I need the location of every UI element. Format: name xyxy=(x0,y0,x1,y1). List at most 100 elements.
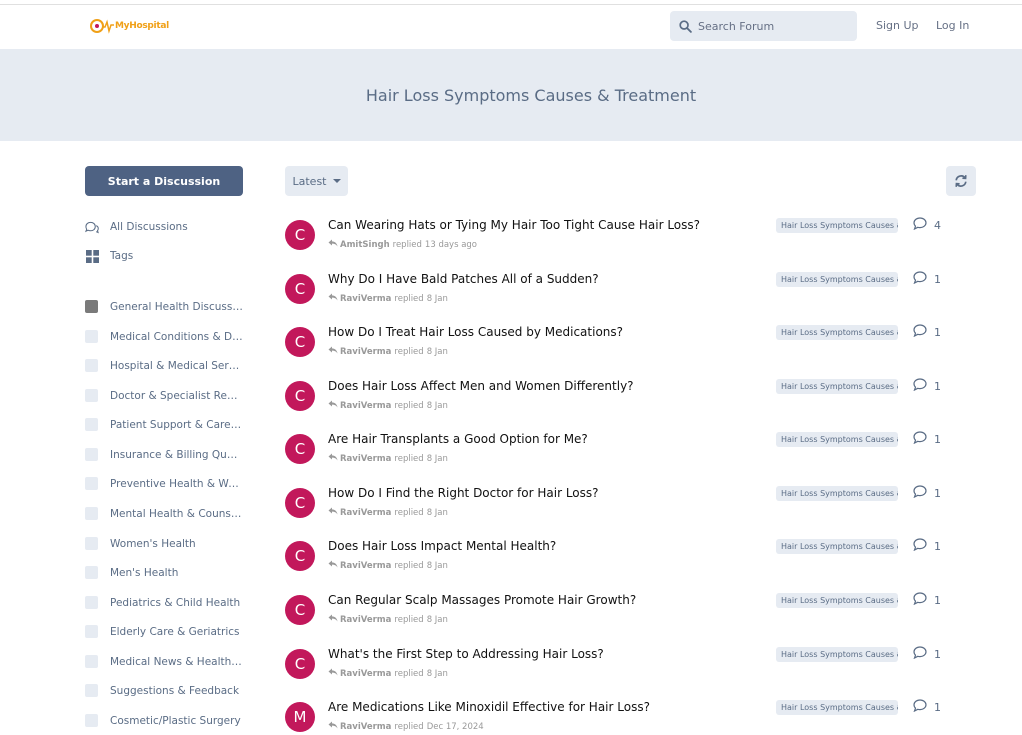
tag-badge[interactable]: Hair Loss Symptoms Causes & xyxy=(776,218,898,233)
sidebar-category-item[interactable]: General Health Discussions xyxy=(85,300,243,313)
tag-badge[interactable]: Hair Loss Symptoms Causes & xyxy=(776,432,898,447)
avatar[interactable]: C xyxy=(285,649,315,679)
sidebar-category-item[interactable]: Doctor & Specialist Reviews xyxy=(85,389,243,402)
discussion-row[interactable]: C What's the First Step to Addressing Hai… xyxy=(285,646,985,699)
discussion-row[interactable]: C Does Hair Loss Impact Mental Health? Rav… xyxy=(285,538,985,591)
tag-badge[interactable]: Hair Loss Symptoms Causes & xyxy=(776,486,898,501)
tag-badge[interactable]: Hair Loss Symptoms Causes & xyxy=(776,700,898,715)
tag-badge[interactable]: Hair Loss Symptoms Causes & xyxy=(776,593,898,608)
reply-count[interactable]: 1 xyxy=(913,378,941,394)
category-color-swatch xyxy=(85,684,98,697)
last-reply-user[interactable]: RaviVerma xyxy=(340,669,391,679)
last-reply-user[interactable]: RaviVerma xyxy=(340,294,391,304)
tag-badge[interactable]: Hair Loss Symptoms Causes & xyxy=(776,325,898,340)
discussion-row[interactable]: C Are Hair Transplants a Good Option for … xyxy=(285,431,985,484)
sort-label: Latest xyxy=(292,174,327,188)
discussion-row[interactable]: C How Do I Treat Hair Loss Caused by Medi… xyxy=(285,324,985,377)
refresh-button[interactable] xyxy=(946,166,976,196)
sidebar-category-item[interactable]: Suggestions & Feedback xyxy=(85,684,239,697)
category-color-swatch xyxy=(85,389,98,402)
site-logo[interactable]: MyHospital xyxy=(90,17,169,35)
sidebar-category-item[interactable]: Pediatrics & Child Health xyxy=(85,596,240,609)
reply-count[interactable]: 1 xyxy=(913,271,941,287)
last-reply-user[interactable]: RaviVerma xyxy=(340,347,391,357)
tag-badge[interactable]: Hair Loss Symptoms Causes & xyxy=(776,539,898,554)
sidebar-category-item[interactable]: Medical News & Health In... xyxy=(85,655,243,668)
tag-badge[interactable]: Hair Loss Symptoms Causes & xyxy=(776,647,898,662)
sidebar-category-item[interactable]: Insurance & Billing Questi... xyxy=(85,448,243,461)
reply-count[interactable]: 1 xyxy=(913,431,941,447)
reply-count[interactable]: 1 xyxy=(913,699,941,715)
avatar[interactable]: C xyxy=(285,220,315,250)
reply-count-value: 4 xyxy=(934,218,941,232)
avatar[interactable]: C xyxy=(285,381,315,411)
discussion-title[interactable]: How Do I Treat Hair Loss Caused by Medic… xyxy=(328,325,623,339)
discussion-row[interactable]: C Why Do I Have Bald Patches All of a Sud… xyxy=(285,271,985,324)
reply-arrow-icon xyxy=(328,560,340,571)
login-link[interactable]: Log In xyxy=(936,19,969,32)
sidebar-category-item[interactable]: Elderly Care & Geriatrics xyxy=(85,625,240,638)
avatar[interactable]: C xyxy=(285,488,315,518)
reply-count[interactable]: 4 xyxy=(913,217,941,233)
category-label: Medical Conditions & Dis... xyxy=(110,330,243,343)
last-reply-user[interactable]: RaviVerma xyxy=(340,722,391,732)
discussion-title[interactable]: Are Medications Like Minoxidil Effective… xyxy=(328,700,650,714)
search-input[interactable] xyxy=(698,19,838,33)
category-color-swatch xyxy=(85,596,98,609)
discussion-title[interactable]: Does Hair Loss Affect Men and Women Diff… xyxy=(328,379,634,393)
comment-bubble-icon xyxy=(913,538,934,554)
last-reply-user[interactable]: RaviVerma xyxy=(340,561,391,571)
reply-count[interactable]: 1 xyxy=(913,646,941,662)
discussion-title[interactable]: Are Hair Transplants a Good Option for M… xyxy=(328,432,588,446)
discussion-row[interactable]: C How Do I Find the Right Doctor for Hair… xyxy=(285,485,985,538)
discussion-title[interactable]: How Do I Find the Right Doctor for Hair … xyxy=(328,486,599,500)
discussion-title[interactable]: What's the First Step to Addressing Hair… xyxy=(328,647,604,661)
discussion-title[interactable]: Can Wearing Hats or Tying My Hair Too Ti… xyxy=(328,218,700,232)
discussion-row[interactable]: M Are Medications Like Minoxidil Effectiv… xyxy=(285,699,985,735)
category-label: Cosmetic/Plastic Surgery xyxy=(110,714,241,727)
category-label: Pediatrics & Child Health xyxy=(110,596,241,609)
discussion-row[interactable]: C Can Regular Scalp Massages Promote Hair… xyxy=(285,592,985,645)
sidebar-item-all-discussions[interactable]: All Discussions xyxy=(85,220,188,234)
sidebar-category-item[interactable]: Preventive Health & Welln... xyxy=(85,477,243,490)
avatar[interactable]: C xyxy=(285,327,315,357)
search-box[interactable] xyxy=(670,11,857,41)
sidebar-category-item[interactable]: Men's Health xyxy=(85,566,178,579)
avatar[interactable]: C xyxy=(285,541,315,571)
reply-count[interactable]: 1 xyxy=(913,538,941,554)
last-reply-user[interactable]: RaviVerma xyxy=(340,615,391,625)
category-label: Medical News & Health In... xyxy=(110,655,243,668)
sidebar-category-item[interactable]: Hospital & Medical Services xyxy=(85,359,243,372)
sidebar-category-item[interactable]: Cosmetic/Plastic Surgery xyxy=(85,714,241,727)
discussion-title[interactable]: Does Hair Loss Impact Mental Health? xyxy=(328,539,556,553)
avatar[interactable]: C xyxy=(285,434,315,464)
tag-badge[interactable]: Hair Loss Symptoms Causes & xyxy=(776,379,898,394)
signup-link[interactable]: Sign Up xyxy=(876,19,919,32)
category-label: Insurance & Billing Questi... xyxy=(110,448,243,461)
avatar[interactable]: C xyxy=(285,595,315,625)
chevron-down-icon xyxy=(332,179,341,183)
sidebar-item-tags[interactable]: Tags xyxy=(85,249,133,263)
sidebar-category-item[interactable]: Patient Support & Caregiv... xyxy=(85,418,243,431)
last-reply-user[interactable]: AmitSingh xyxy=(340,240,390,250)
discussion-row[interactable]: C Does Hair Loss Affect Men and Women Dif… xyxy=(285,378,985,431)
discussion-meta: RaviVerma replied 8 Jan xyxy=(328,293,448,304)
refresh-icon xyxy=(955,175,967,187)
sidebar-category-item[interactable]: Medical Conditions & Dis... xyxy=(85,330,243,343)
sidebar-category-item[interactable]: Women's Health xyxy=(85,537,196,550)
reply-count[interactable]: 1 xyxy=(913,485,941,501)
last-reply-user[interactable]: RaviVerma xyxy=(340,454,391,464)
sidebar-category-item[interactable]: Mental Health & Counseli... xyxy=(85,507,243,520)
reply-count[interactable]: 1 xyxy=(913,324,941,340)
avatar[interactable]: C xyxy=(285,274,315,304)
last-reply-user[interactable]: RaviVerma xyxy=(340,401,391,411)
start-discussion-button[interactable]: Start a Discussion xyxy=(85,166,243,196)
discussion-title[interactable]: Why Do I Have Bald Patches All of a Sudd… xyxy=(328,272,599,286)
tag-badge[interactable]: Hair Loss Symptoms Causes & xyxy=(776,272,898,287)
discussion-title[interactable]: Can Regular Scalp Massages Promote Hair … xyxy=(328,593,636,607)
discussion-row[interactable]: C Can Wearing Hats or Tying My Hair Too T… xyxy=(285,217,985,270)
reply-count[interactable]: 1 xyxy=(913,592,941,608)
avatar[interactable]: M xyxy=(285,702,315,732)
last-reply-user[interactable]: RaviVerma xyxy=(340,508,391,518)
sort-dropdown[interactable]: Latest xyxy=(285,166,348,196)
